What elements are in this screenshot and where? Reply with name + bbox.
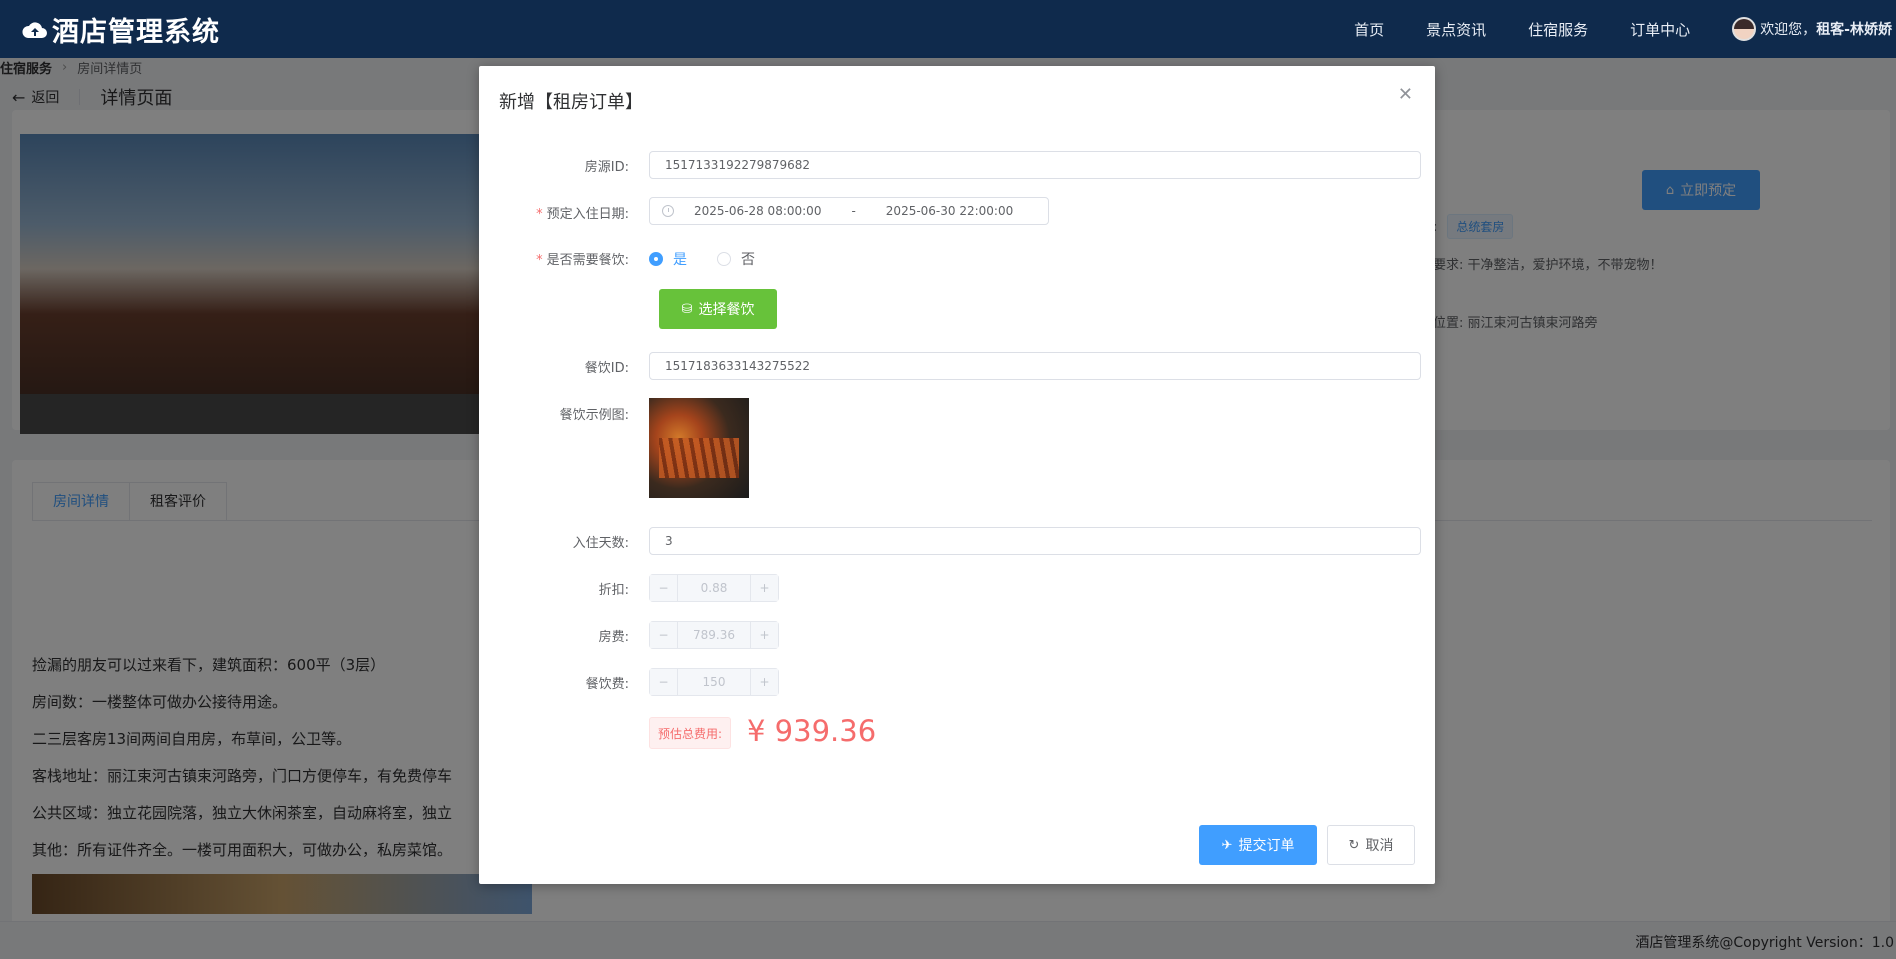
dialog-title: 新增【租房订单】 (499, 92, 643, 113)
choose-food-button[interactable]: ⛁ 选择餐饮 (659, 289, 777, 329)
top-navbar: 酒店管理系统 首页 景点资讯 住宿服务 订单中心 欢迎您， 租客-林娇娇 (0, 0, 1896, 58)
checkin-start[interactable]: 2025-06-28 08:00:00 (694, 204, 821, 218)
room-id-input[interactable]: 1517133192279879682 (649, 151, 1421, 179)
total-fee-value: ¥ 939.36 (747, 714, 877, 748)
food-fee-stepper: − 150 + (649, 668, 779, 696)
food-image-label: 餐饮示例图: (559, 408, 629, 423)
plus-icon: + (750, 669, 778, 695)
refresh-icon: ↻ (1348, 837, 1360, 853)
room-fee-label: 房费: (598, 630, 629, 645)
user-menu[interactable]: 欢迎您， 租客-林娇娇 (1732, 17, 1892, 41)
minus-icon: − (650, 669, 678, 695)
cancel-button[interactable]: ↻ 取消 (1327, 825, 1415, 865)
radio-dot (649, 252, 663, 266)
discount-stepper: − 0.88 + (649, 574, 779, 602)
nav-lodging[interactable]: 住宿服务 (1528, 19, 1588, 40)
minus-icon: − (650, 575, 678, 601)
new-order-dialog: 新增【租房订单】 ✕ 房源ID: 1517133192279879682 * 预定… (479, 66, 1435, 884)
user-greeting: 欢迎您， (1760, 22, 1817, 38)
radio-dot (717, 252, 731, 266)
checkin-label: * 预定入住日期: (536, 207, 629, 222)
minus-icon: − (650, 622, 678, 648)
main-nav: 首页 景点资讯 住宿服务 订单中心 欢迎您， 租客-林娇娇 (1354, 0, 1896, 58)
cloud-upload-icon (22, 21, 47, 38)
need-food-label: * 是否需要餐饮: (536, 253, 629, 268)
checkin-end[interactable]: 2025-06-30 22:00:00 (886, 204, 1013, 218)
app-title: 酒店管理系统 (52, 17, 220, 48)
food-image (649, 398, 749, 498)
food-id-label: 餐饮ID: (584, 361, 629, 376)
close-icon[interactable]: ✕ (1398, 84, 1413, 105)
plus-icon: + (750, 622, 778, 648)
food-fee-label: 餐饮费: (585, 677, 629, 692)
required-mark: * (536, 207, 543, 222)
room-id-label: 房源ID: (584, 160, 629, 175)
bag-icon: ⛁ (681, 301, 693, 317)
range-separator: - (851, 204, 856, 218)
nav-orders[interactable]: 订单中心 (1630, 19, 1690, 40)
required-mark: * (536, 253, 543, 268)
radio-yes[interactable]: 是 (649, 249, 687, 269)
checkin-date-range[interactable]: 2025-06-28 08:00:00 - 2025-06-30 22:00:0… (649, 197, 1049, 225)
clock-icon (662, 205, 674, 217)
user-name: 租客-林娇娇 (1816, 22, 1892, 38)
submit-order-button[interactable]: ✈ 提交订单 (1199, 825, 1317, 865)
plus-icon: + (750, 575, 778, 601)
send-icon: ✈ (1221, 837, 1233, 853)
radio-no[interactable]: 否 (717, 249, 755, 269)
days-input[interactable]: 3 (649, 527, 1421, 555)
days-label: 入住天数: (572, 536, 629, 551)
avatar (1732, 17, 1757, 41)
app-logo[interactable]: 酒店管理系统 (22, 10, 220, 49)
nav-home[interactable]: 首页 (1354, 19, 1384, 40)
nav-attractions[interactable]: 景点资讯 (1426, 19, 1486, 40)
total-fee-label: 预估总费用: (649, 717, 732, 749)
room-fee-stepper: − 789.36 + (649, 621, 779, 649)
discount-label: 折扣: (598, 583, 629, 598)
food-id-input[interactable]: 1517183633143275522 (649, 352, 1421, 380)
